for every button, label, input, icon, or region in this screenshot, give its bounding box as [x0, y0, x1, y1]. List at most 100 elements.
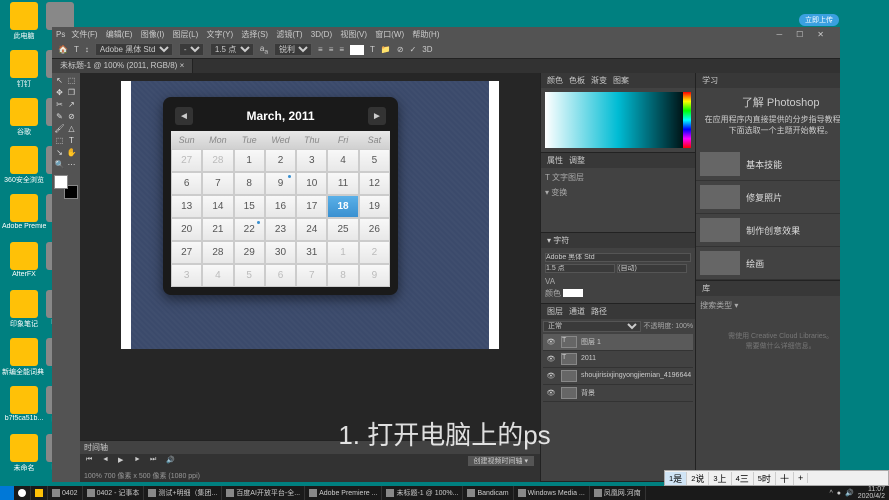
- color-picker[interactable]: [545, 92, 691, 148]
- menu-item[interactable]: 滤镜(T): [276, 30, 302, 39]
- panel-tab[interactable]: 属性: [547, 156, 563, 165]
- start-button[interactable]: [0, 486, 14, 500]
- ime-candidate-bar[interactable]: 1是2说3上4三5时十+: [664, 470, 889, 486]
- tool-button[interactable]: ✂: [54, 99, 65, 110]
- calendar-cell[interactable]: 11: [327, 172, 358, 195]
- taskbar-app[interactable]: 凤凰网.河南: [590, 486, 646, 500]
- calendar-cell[interactable]: 4: [327, 149, 358, 172]
- ime-candidate[interactable]: 1是: [665, 472, 687, 485]
- minimize-button[interactable]: ─: [776, 30, 782, 39]
- calendar-cell[interactable]: 29: [234, 241, 265, 264]
- calendar-cell[interactable]: 17: [296, 195, 327, 218]
- layer-row[interactable]: 👁T2011: [543, 351, 693, 368]
- ime-candidate[interactable]: 5时: [754, 472, 776, 485]
- char-leading-input[interactable]: [617, 264, 687, 273]
- calendar-cell[interactable]: 5: [234, 264, 265, 287]
- color-swatches[interactable]: [54, 175, 78, 199]
- maximize-button[interactable]: ☐: [796, 30, 803, 39]
- layer-row[interactable]: 👁背景: [543, 385, 693, 402]
- calendar-cell[interactable]: 7: [296, 264, 327, 287]
- text-tool-icon[interactable]: T: [74, 45, 79, 54]
- folder-icon[interactable]: 📁: [381, 45, 391, 54]
- visibility-icon[interactable]: 👁: [545, 338, 557, 346]
- ime-candidate[interactable]: 2说: [687, 472, 709, 485]
- menu-item[interactable]: 编辑(E): [106, 30, 133, 39]
- calendar-cell[interactable]: 18: [327, 195, 358, 218]
- calendar-cell[interactable]: 15: [234, 195, 265, 218]
- search-icon[interactable]: [14, 486, 31, 500]
- calendar-cell[interactable]: 8: [327, 264, 358, 287]
- audio-icon[interactable]: 🔊: [166, 456, 176, 466]
- align-right-icon[interactable]: ≡: [339, 45, 344, 54]
- calendar-cell[interactable]: 23: [265, 218, 296, 241]
- menu-item[interactable]: 帮助(H): [412, 30, 439, 39]
- color-tabs[interactable]: 颜色色板渐变图案: [547, 76, 635, 85]
- taskbar-app[interactable]: 0402: [48, 486, 83, 500]
- orientation-icon[interactable]: ↕: [85, 45, 89, 54]
- taskbar-app[interactable]: Windows Media ...: [514, 486, 590, 500]
- panel-tab[interactable]: 渐变: [591, 76, 607, 85]
- next-month-button[interactable]: ►: [368, 107, 386, 125]
- calendar-cell[interactable]: 4: [202, 264, 233, 287]
- 3d-button[interactable]: 3D: [422, 45, 432, 54]
- cancel-icon[interactable]: ⊘: [397, 45, 404, 54]
- calendar-cell[interactable]: 3: [296, 149, 327, 172]
- ime-candidate[interactable]: 4三: [732, 472, 754, 485]
- prev-frame-icon[interactable]: ◄: [102, 456, 112, 466]
- align-left-icon[interactable]: ≡: [318, 45, 323, 54]
- tool-button[interactable]: ↗: [66, 99, 77, 110]
- canvas[interactable]: ◄ March, 2011 ► SunMonTueWedThuFriSat272…: [121, 81, 499, 349]
- tool-button[interactable]: ⋯: [66, 159, 77, 170]
- antialiasing-select[interactable]: 锐利: [274, 43, 312, 56]
- char-font-select[interactable]: [545, 253, 691, 262]
- learn-item[interactable]: 绘画›: [696, 247, 840, 280]
- folder-icon[interactable]: [31, 486, 48, 500]
- menu-item[interactable]: 选择(S): [241, 30, 268, 39]
- document-tab[interactable]: 未标题-1 @ 100% (2011, RGB/8) ×: [52, 59, 193, 73]
- calendar-cell[interactable]: 5: [359, 149, 390, 172]
- calendar-cell[interactable]: 27: [171, 241, 202, 264]
- ime-candidate[interactable]: 3上: [709, 472, 731, 485]
- tool-button[interactable]: ✎: [54, 111, 65, 122]
- calendar-cell[interactable]: 14: [202, 195, 233, 218]
- menu-item[interactable]: 窗口(W): [375, 30, 404, 39]
- calendar-cell[interactable]: 6: [171, 172, 202, 195]
- commit-icon[interactable]: ✓: [410, 45, 417, 54]
- learn-item[interactable]: 制作创意效果›: [696, 214, 840, 247]
- close-tab-icon[interactable]: ×: [180, 61, 185, 70]
- tool-button[interactable]: ↖: [54, 75, 65, 86]
- libraries-tab[interactable]: 库: [696, 281, 840, 296]
- panel-tab[interactable]: 图层: [547, 307, 563, 316]
- calendar-cell[interactable]: 16: [265, 195, 296, 218]
- calendar-cell[interactable]: 31: [296, 241, 327, 264]
- calendar-cell[interactable]: 30: [265, 241, 296, 264]
- create-timeline-button[interactable]: 创建视频时间轴 ▾: [468, 456, 534, 466]
- calendar-cell[interactable]: 10: [296, 172, 327, 195]
- system-tray[interactable]: ^ ● 🔊 11:07 2020/4/2: [826, 486, 889, 500]
- layer-row[interactable]: 👁shoujirisixjingyongjiemian_4196644: [543, 368, 693, 385]
- calendar-cell[interactable]: 24: [296, 218, 327, 241]
- calendar-cell[interactable]: 27: [171, 149, 202, 172]
- calendar-cell[interactable]: 6: [265, 264, 296, 287]
- text-color-swatch[interactable]: [350, 45, 364, 55]
- calendar-cell[interactable]: 22: [234, 218, 265, 241]
- calendar-cell[interactable]: 28: [202, 241, 233, 264]
- char-size-input[interactable]: [545, 264, 615, 273]
- taskbar-app[interactable]: Adobe Premiere ...: [305, 486, 382, 500]
- properties-tabs[interactable]: 属性调整: [547, 156, 591, 165]
- taskbar-app[interactable]: Bandicam: [463, 486, 513, 500]
- first-frame-icon[interactable]: ⏮: [86, 456, 96, 466]
- align-center-icon[interactable]: ≡: [329, 45, 334, 54]
- upload-badge[interactable]: 立即上传: [799, 14, 839, 26]
- learn-item[interactable]: 修复照片›: [696, 181, 840, 214]
- home-icon[interactable]: 🏠: [58, 45, 68, 54]
- tool-button[interactable]: ⬚: [66, 75, 77, 86]
- panel-tab[interactable]: 色板: [569, 76, 585, 85]
- panel-tab[interactable]: 调整: [569, 156, 585, 165]
- calendar-cell[interactable]: 13: [171, 195, 202, 218]
- tool-button[interactable]: ❐: [66, 87, 77, 98]
- calendar-cell[interactable]: 25: [327, 218, 358, 241]
- tray-volume-icon[interactable]: 🔊: [845, 489, 854, 497]
- calendar-cell[interactable]: 7: [202, 172, 233, 195]
- menu-item[interactable]: 文字(Y): [207, 30, 234, 39]
